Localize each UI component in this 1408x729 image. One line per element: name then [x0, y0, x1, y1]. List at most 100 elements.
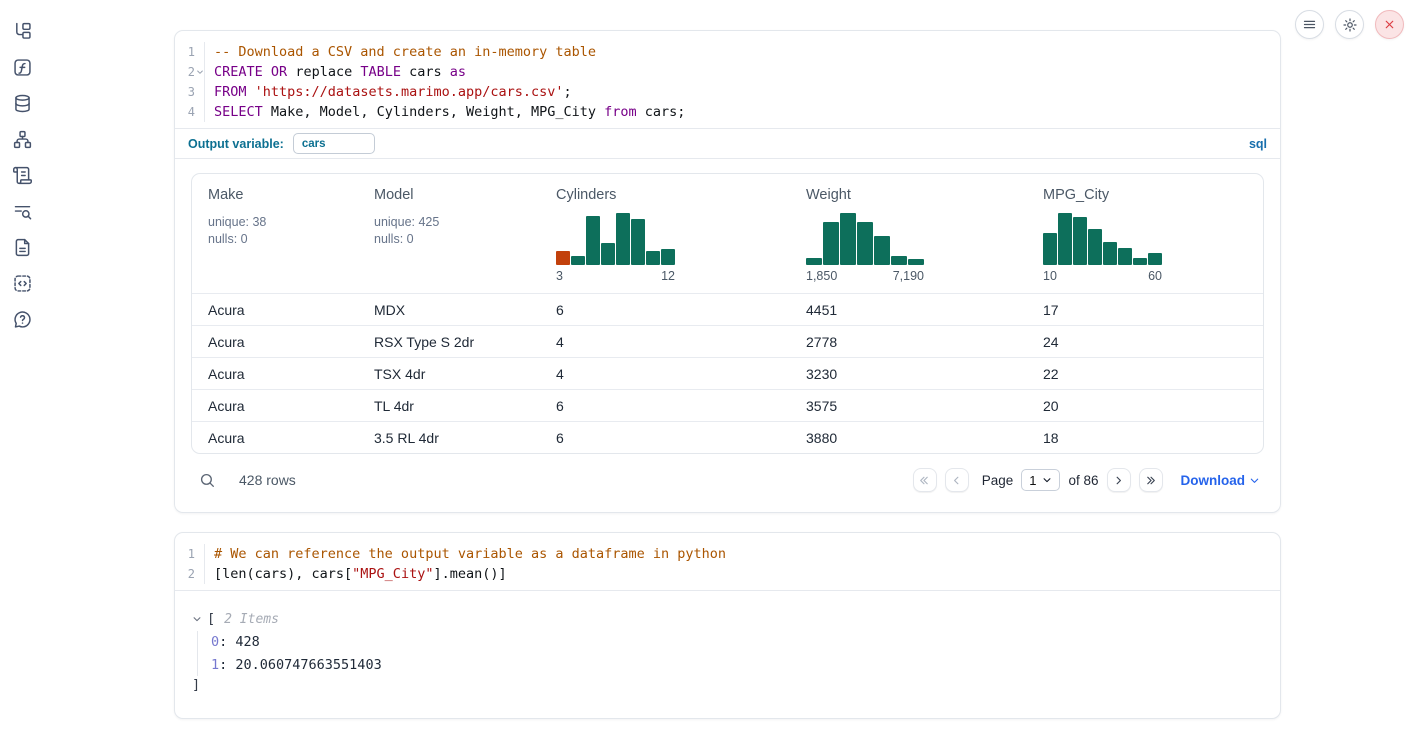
code-line: 1-- Download a CSV and create an in-memo…	[175, 42, 1280, 62]
column-header: Cylinders312	[540, 174, 790, 294]
histogram-bar	[661, 249, 675, 265]
column-stats: unique: 425nulls: 0	[374, 214, 524, 249]
database-icon[interactable]	[12, 93, 33, 114]
table-cell: 3.5 RL 4dr	[358, 422, 540, 454]
sql-output: Makeunique: 38nulls: 0Modelunique: 425nu…	[175, 159, 1280, 512]
code-line: 2CREATE OR replace TABLE cars as	[175, 62, 1280, 82]
dependency-graph-icon[interactable]	[12, 129, 33, 150]
histogram-bar	[891, 256, 907, 265]
histogram-bar	[1133, 258, 1147, 265]
histogram-bar	[571, 256, 585, 265]
search-button[interactable]	[199, 472, 216, 489]
next-page-button[interactable]	[1107, 468, 1131, 492]
table-row: AcuraMDX6445117	[192, 294, 1263, 326]
download-button[interactable]: Download	[1181, 473, 1261, 488]
tree-item: 1: 20.060747663551403	[211, 654, 1280, 677]
histogram-bar	[1058, 213, 1072, 265]
code-content: SELECT Make, Model, Cylinders, Weight, M…	[205, 102, 685, 122]
table-cell: 6	[540, 422, 790, 454]
menu-button[interactable]	[1295, 10, 1324, 39]
column-name: Cylinders	[556, 187, 774, 203]
code-line: 4SELECT Make, Model, Cylinders, Weight, …	[175, 102, 1280, 122]
help-icon[interactable]	[12, 309, 33, 330]
table-cell: MDX	[358, 294, 540, 326]
line-number: 3	[175, 82, 205, 102]
documentation-icon[interactable]	[12, 237, 33, 258]
settings-button[interactable]	[1335, 10, 1364, 39]
chevrons-right-icon	[1144, 474, 1157, 487]
page-select[interactable]: 1	[1021, 469, 1060, 491]
row-count: 428 rows	[239, 472, 296, 488]
table-row: Acura3.5 RL 4dr6388018	[192, 422, 1263, 454]
table-cell: 24	[1027, 326, 1263, 358]
previous-page-button[interactable]	[945, 468, 969, 492]
sql-code-editor[interactable]: 1-- Download a CSV and create an in-memo…	[175, 31, 1280, 128]
code-content: CREATE OR replace TABLE cars as	[205, 62, 466, 82]
python-cell: 1 # We can reference the output variable …	[174, 532, 1281, 719]
logs-icon[interactable]	[12, 201, 33, 222]
table-cell: 3880	[790, 422, 1027, 454]
items-count-label: 2 Items	[224, 612, 279, 627]
last-page-button[interactable]	[1139, 468, 1163, 492]
code-line: 2[len(cars), cars["MPG_City"].mean()]	[175, 564, 1280, 584]
chevron-down-icon	[1249, 475, 1260, 486]
column-name: Weight	[806, 187, 1011, 203]
histogram-bar	[616, 213, 630, 265]
hamburger-icon	[1302, 17, 1317, 32]
close-button[interactable]	[1375, 10, 1404, 39]
close-bracket: ]	[192, 677, 1280, 697]
table-cell: Acura	[192, 358, 358, 390]
table-cell: Acura	[192, 390, 358, 422]
tree-item-value: : 428	[219, 634, 260, 650]
first-page-button[interactable]	[913, 468, 937, 492]
function-icon[interactable]	[12, 57, 33, 78]
code-content: [len(cars), cars["MPG_City"].mean()]	[205, 564, 507, 584]
column-histogram: 1,8507,190	[806, 213, 924, 283]
histogram-bar	[857, 222, 873, 265]
histogram-bar	[601, 243, 615, 265]
tree-item-key: 1	[211, 657, 219, 673]
table-cell: 6	[540, 390, 790, 422]
histogram-max-label: 60	[1148, 269, 1162, 283]
chevron-right-icon	[1112, 474, 1125, 487]
output-variable-row: Output variable: sql	[175, 129, 1280, 158]
column-header: Modelunique: 425nulls: 0	[358, 174, 540, 294]
tree-item-key: 0	[211, 634, 219, 650]
line-number: 2	[175, 62, 205, 82]
table-cell: RSX Type S 2dr	[358, 326, 540, 358]
close-icon	[1383, 18, 1396, 31]
chevron-down-icon[interactable]	[192, 614, 202, 624]
output-variable-input[interactable]	[293, 133, 375, 154]
sidebar	[0, 0, 44, 330]
histogram-bar	[874, 236, 890, 265]
python-code-editor[interactable]: 1# We can reference the output variable …	[175, 533, 1280, 590]
column-histogram: 1060	[1043, 213, 1162, 283]
histogram-max-label: 7,190	[893, 269, 924, 283]
language-badge: sql	[1249, 137, 1267, 151]
column-header: MPG_City 1060	[1027, 174, 1263, 294]
table-cell: 6	[540, 294, 790, 326]
search-icon	[199, 472, 216, 489]
histogram-bar	[908, 259, 924, 265]
scratchpad-icon[interactable]	[12, 165, 33, 186]
table-cell: 4	[540, 358, 790, 390]
table-row: AcuraTSX 4dr4323022	[192, 358, 1263, 390]
histogram-bar	[1043, 233, 1057, 265]
code-content: FROM 'https://datasets.marimo.app/cars.c…	[205, 82, 572, 102]
snippets-icon[interactable]	[12, 273, 33, 294]
open-bracket: [	[207, 611, 215, 627]
table-footer: 428 rows Page 1 of 86 Download	[191, 465, 1264, 495]
column-name: MPG_City	[1043, 187, 1247, 203]
table-cell: 20	[1027, 390, 1263, 422]
column-header: Weight 1,8507,190	[790, 174, 1027, 294]
page-select-value: 1	[1029, 473, 1036, 488]
code-content: # We can reference the output variable a…	[205, 544, 726, 564]
file-tree-icon[interactable]	[12, 21, 33, 42]
table-row: AcuraTL 4dr6357520	[192, 390, 1263, 422]
line-number: 4	[175, 102, 205, 122]
fold-chevron-icon[interactable]	[196, 68, 204, 76]
table-cell: TL 4dr	[358, 390, 540, 422]
table-cell: 3230	[790, 358, 1027, 390]
code-content: -- Download a CSV and create an in-memor…	[205, 42, 596, 62]
line-number: 1	[175, 42, 205, 62]
